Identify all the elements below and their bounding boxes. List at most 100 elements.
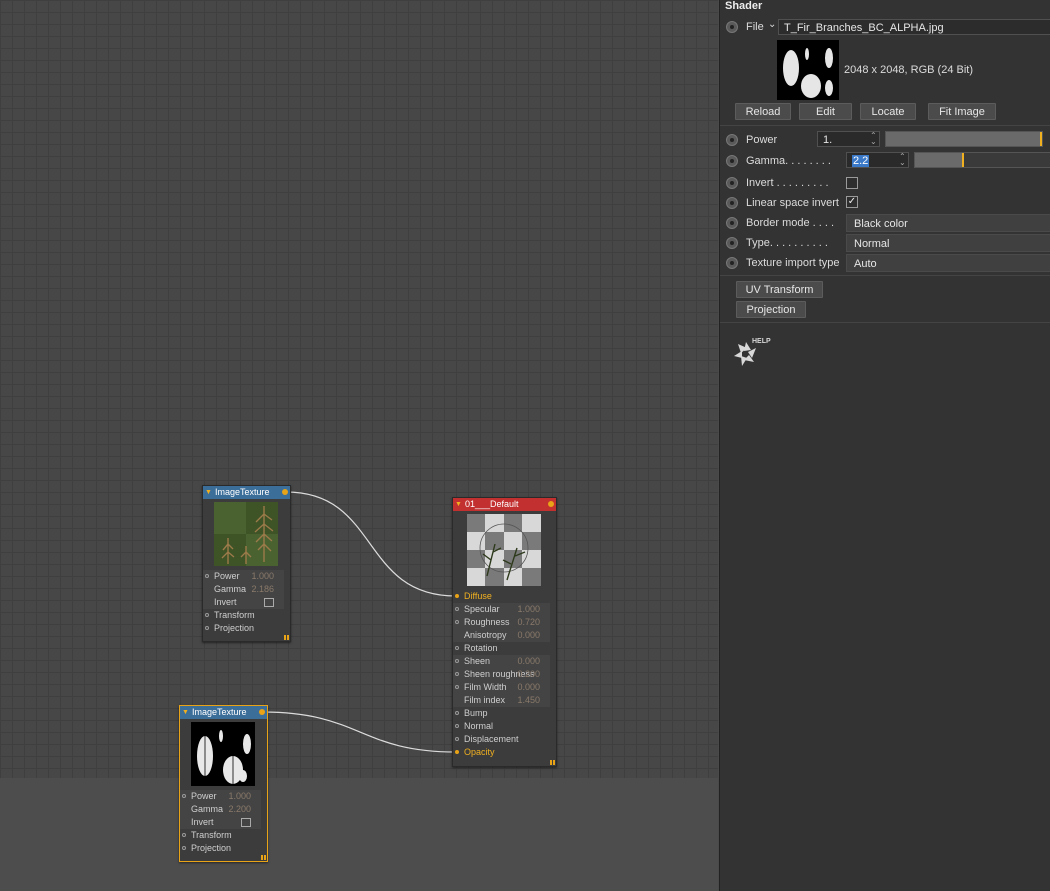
input-port[interactable] (455, 724, 459, 728)
node-param-row[interactable]: Rotation (453, 642, 556, 655)
node-param-row[interactable]: Transform (180, 829, 267, 842)
input-port[interactable] (182, 846, 186, 850)
node-param-row[interactable]: Power 1.000 (203, 570, 284, 583)
output-port[interactable] (282, 489, 288, 495)
gamma-input[interactable]: 2.2 ⌃ ⌄ (846, 152, 909, 168)
node-param-row[interactable]: Specular 1.000 (453, 603, 550, 616)
node-param-row[interactable]: Invert (180, 816, 261, 829)
node-header[interactable]: ▼ 01___Default (453, 498, 556, 511)
node-param-row[interactable]: Film index 1.450 (453, 694, 550, 707)
projection-button[interactable]: Projection (736, 301, 806, 318)
node-param-row[interactable]: Sheen roughness 0.200 (453, 668, 550, 681)
input-port[interactable] (455, 659, 459, 663)
power-input[interactable]: 1. ⌃ ⌄ (817, 131, 880, 147)
node-title: ImageTexture (215, 487, 270, 497)
type-animate-radio[interactable] (726, 237, 738, 249)
node-param-row[interactable]: Sheen 0.000 (453, 655, 550, 668)
invert-checkbox[interactable] (264, 598, 274, 607)
param-value: 0.720 (517, 617, 540, 627)
file-animate-radio[interactable] (726, 21, 738, 33)
input-port[interactable] (455, 620, 459, 624)
power-slider-handle[interactable] (1040, 132, 1042, 146)
input-port[interactable] (205, 626, 209, 630)
input-port[interactable] (455, 737, 459, 741)
gamma-slider[interactable] (914, 152, 1050, 168)
gamma-animate-radio[interactable] (726, 155, 738, 167)
resize-handle-icon[interactable] (284, 635, 289, 640)
linear-space-invert-checkbox[interactable]: ✓ (846, 196, 858, 208)
wire-diffuse (285, 491, 457, 597)
linear-space-invert-label: Linear space invert (746, 197, 839, 209)
node-param-row[interactable]: Transform (203, 609, 290, 622)
output-port[interactable] (548, 501, 554, 507)
reload-button[interactable]: Reload (735, 103, 791, 120)
input-port[interactable] (455, 685, 459, 689)
gamma-spinner-icon[interactable]: ⌃ ⌄ (899, 153, 906, 167)
power-animate-radio[interactable] (726, 134, 738, 146)
linear-invert-animate-radio[interactable] (726, 197, 738, 209)
node-param-row[interactable]: Projection (203, 622, 290, 635)
input-port[interactable] (455, 711, 459, 715)
input-port[interactable] (182, 794, 186, 798)
param-value: 1.000 (228, 791, 251, 801)
node-header[interactable]: ▼ ImageTexture (180, 706, 267, 719)
node-param-row[interactable]: Projection (180, 842, 267, 855)
node-param-row[interactable]: Normal (453, 720, 556, 733)
collapse-triangle-icon[interactable]: ▼ (205, 486, 212, 499)
type-dropdown[interactable]: Normal (846, 234, 1050, 252)
node-editor-canvas[interactable]: ▼ ImageTexture Power 1.000 Gamma 2.186 Inver… (0, 0, 718, 891)
node-param-row[interactable]: Roughness 0.720 (453, 616, 550, 629)
border-mode-animate-radio[interactable] (726, 217, 738, 229)
power-spinner-icon[interactable]: ⌃ ⌄ (870, 132, 877, 146)
resize-handle-icon[interactable] (261, 855, 266, 860)
input-port[interactable] (455, 672, 459, 676)
node-param-row[interactable]: Displacement (453, 733, 556, 746)
fit-image-button[interactable]: Fit Image (928, 103, 996, 120)
node-param-row[interactable]: Diffuse (453, 590, 556, 603)
input-port[interactable] (455, 750, 459, 754)
input-port[interactable] (205, 574, 209, 578)
invert-animate-radio[interactable] (726, 177, 738, 189)
invert-checkbox[interactable] (846, 177, 858, 189)
param-label: Gamma (191, 804, 224, 814)
texture-import-type-dropdown[interactable]: Auto (846, 254, 1050, 272)
param-label: Transform (191, 830, 232, 840)
input-port[interactable] (205, 613, 209, 617)
param-value: 0.000 (517, 630, 540, 640)
node-param-row[interactable]: Power 1.000 (180, 790, 261, 803)
gamma-slider-handle[interactable] (962, 153, 965, 167)
node-param-row[interactable]: Film Width 0.000 (453, 681, 550, 694)
input-port[interactable] (455, 607, 459, 611)
node-param-row[interactable]: Gamma 2.200 (180, 803, 261, 816)
resize-handle-icon[interactable] (550, 760, 555, 765)
image-texture-node-1[interactable]: ▼ ImageTexture Power 1.000 Gamma 2.186 Inver… (202, 485, 291, 642)
node-param-row[interactable]: Gamma 2.186 (203, 583, 284, 596)
param-label: Film index (464, 695, 506, 705)
param-label: Film Width (464, 682, 507, 692)
material-node[interactable]: ▼ 01___Default Diffuse Specular 1.000 Rough… (452, 497, 557, 767)
uv-transform-button[interactable]: UV Transform (736, 281, 823, 298)
border-mode-dropdown[interactable]: Black color (846, 214, 1050, 232)
file-menu-chevron-icon[interactable]: ⌄ (768, 19, 776, 30)
power-slider[interactable] (885, 131, 1043, 147)
image-texture-node-2[interactable]: ▼ ImageTexture Power 1.000 Gamma 2.200 Inver… (179, 705, 268, 862)
collapse-triangle-icon[interactable]: ▼ (455, 498, 462, 511)
node-param-row[interactable]: Invert (203, 596, 284, 609)
node-header[interactable]: ▼ ImageTexture (203, 486, 290, 499)
node-param-row[interactable]: Opacity (453, 746, 556, 759)
node-param-row[interactable]: Bump (453, 707, 556, 720)
import-type-animate-radio[interactable] (726, 257, 738, 269)
input-port[interactable] (455, 594, 459, 598)
locate-button[interactable]: Locate (860, 103, 916, 120)
param-label: Invert (191, 817, 214, 827)
edit-button[interactable]: Edit (799, 103, 852, 120)
output-port[interactable] (259, 709, 265, 715)
collapse-triangle-icon[interactable]: ▼ (182, 706, 189, 719)
file-path-field[interactable]: T_Fir_Branches_BC_ALPHA.jpg (778, 19, 1050, 35)
node-param-row[interactable]: Anisotropy 0.000 (453, 629, 550, 642)
input-port[interactable] (455, 646, 459, 650)
input-port[interactable] (182, 833, 186, 837)
invert-checkbox[interactable] (241, 818, 251, 827)
help-icon[interactable]: HELP (730, 336, 774, 373)
image-info: 2048 x 2048, RGB (24 Bit) (844, 64, 974, 76)
